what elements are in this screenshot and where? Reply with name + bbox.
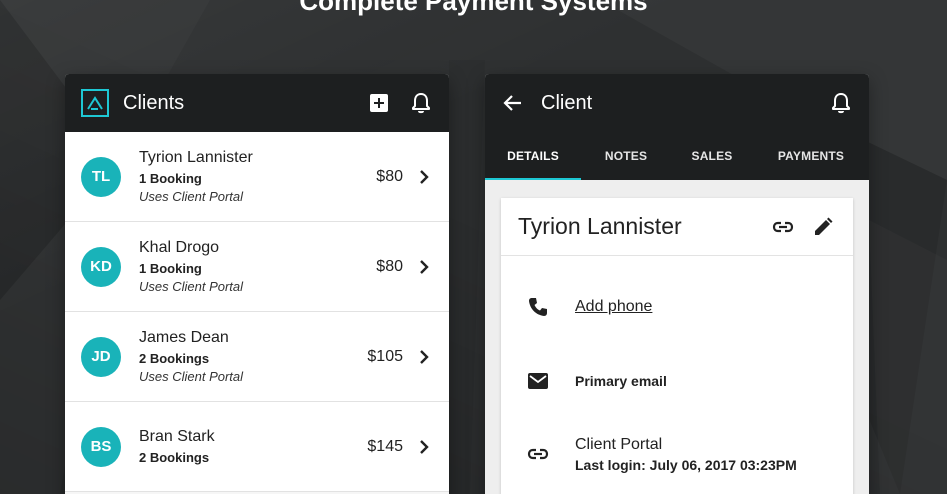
- client-amount: $105: [367, 347, 403, 365]
- tab-sales[interactable]: SALES: [671, 132, 753, 180]
- client-name: Bran Stark: [139, 428, 215, 446]
- arrow-back-icon[interactable]: [501, 91, 525, 115]
- client-name: James Dean: [139, 329, 229, 347]
- primary-email-label: Primary email: [575, 373, 667, 389]
- client-name-heading: Tyrion Lannister: [518, 213, 682, 239]
- chevron-right-icon[interactable]: [417, 349, 431, 364]
- client-portal-row: Client Portal Last login: July 06, 2017 …: [501, 429, 853, 479]
- hero-title: Complete Payment Systems: [299, 0, 648, 16]
- clients-screen: Clients TL Tyrion Lannister 1 Booking Us…: [65, 74, 449, 494]
- client-row-khal-drogo[interactable]: KD Khal Drogo 1 Booking Uses Client Port…: [65, 222, 449, 312]
- mail-icon: [527, 370, 549, 392]
- client-info: Tyrion Lannister 1 Booking Uses Client P…: [139, 147, 376, 206]
- avatar: KD: [81, 246, 121, 287]
- page-title: Client: [541, 91, 593, 114]
- client-row-tyrion-lannister[interactable]: TL Tyrion Lannister 1 Booking Uses Clien…: [65, 132, 449, 222]
- last-login-text: Last login: July 06, 2017 03:23PM: [575, 456, 797, 473]
- client-bookings: 2 Bookings: [139, 450, 210, 466]
- client-detail-card: Tyrion Lannister Add phone Primary email…: [501, 198, 853, 494]
- app-logo-icon[interactable]: [81, 89, 109, 117]
- detail-header: Tyrion Lannister: [501, 198, 853, 256]
- client-info: James Dean 2 Bookings Uses Client Portal: [139, 327, 367, 386]
- chevron-right-icon[interactable]: [417, 259, 431, 274]
- link-icon[interactable]: [771, 215, 795, 239]
- phone-row: Add phone: [501, 285, 853, 329]
- client-bookings: 2 Bookings: [139, 350, 210, 366]
- client-tabs: DETAILS NOTES SALES PAYMENTS: [485, 132, 869, 180]
- client-portal-info: Client Portal Last login: July 06, 2017 …: [575, 436, 797, 473]
- pencil-icon[interactable]: [811, 215, 835, 239]
- add-box-icon[interactable]: [367, 91, 391, 115]
- client-amount: $145: [367, 437, 403, 455]
- client-row-bran-stark[interactable]: BS Bran Stark 2 Bookings $145: [65, 402, 449, 492]
- client-portal-title: Client Portal: [575, 435, 663, 453]
- client-name: Khal Drogo: [139, 239, 220, 257]
- tab-payments[interactable]: PAYMENTS: [753, 132, 869, 180]
- clients-app-bar: Clients: [65, 74, 449, 132]
- email-row: Primary email: [501, 359, 853, 403]
- avatar: TL: [81, 156, 121, 197]
- add-phone-link[interactable]: Add phone: [575, 298, 652, 316]
- link-icon: [527, 443, 549, 465]
- page-title: Clients: [123, 91, 185, 114]
- bell-icon[interactable]: [829, 91, 853, 115]
- avatar: JD: [81, 336, 121, 377]
- client-detail-screen: Client DETAILS NOTES SALES PAYMENTS Tyri…: [485, 74, 869, 494]
- client-portal-status: Uses Client Portal: [139, 189, 244, 205]
- client-portal-status: Uses Client Portal: [139, 369, 244, 385]
- client-app-bar: Client: [485, 74, 869, 132]
- client-name: Tyrion Lannister: [139, 149, 253, 167]
- client-list: TL Tyrion Lannister 1 Booking Uses Clien…: [65, 132, 449, 492]
- tab-notes[interactable]: NOTES: [581, 132, 671, 180]
- client-row-james-dean[interactable]: JD James Dean 2 Bookings Uses Client Por…: [65, 312, 449, 402]
- client-amount: $80: [376, 167, 403, 185]
- bell-icon[interactable]: [409, 91, 433, 115]
- client-bookings: 1 Booking: [139, 260, 202, 276]
- client-bookings: 1 Booking: [139, 170, 202, 186]
- client-info: Bran Stark 2 Bookings: [139, 426, 367, 466]
- chevron-right-icon[interactable]: [417, 169, 431, 184]
- avatar: BS: [81, 426, 121, 467]
- phone-icon: [527, 296, 549, 318]
- client-amount: $80: [376, 257, 403, 275]
- client-info: Khal Drogo 1 Booking Uses Client Portal: [139, 237, 376, 296]
- chevron-right-icon[interactable]: [417, 439, 431, 454]
- client-portal-status: Uses Client Portal: [139, 279, 244, 295]
- tab-details[interactable]: DETAILS: [485, 132, 581, 180]
